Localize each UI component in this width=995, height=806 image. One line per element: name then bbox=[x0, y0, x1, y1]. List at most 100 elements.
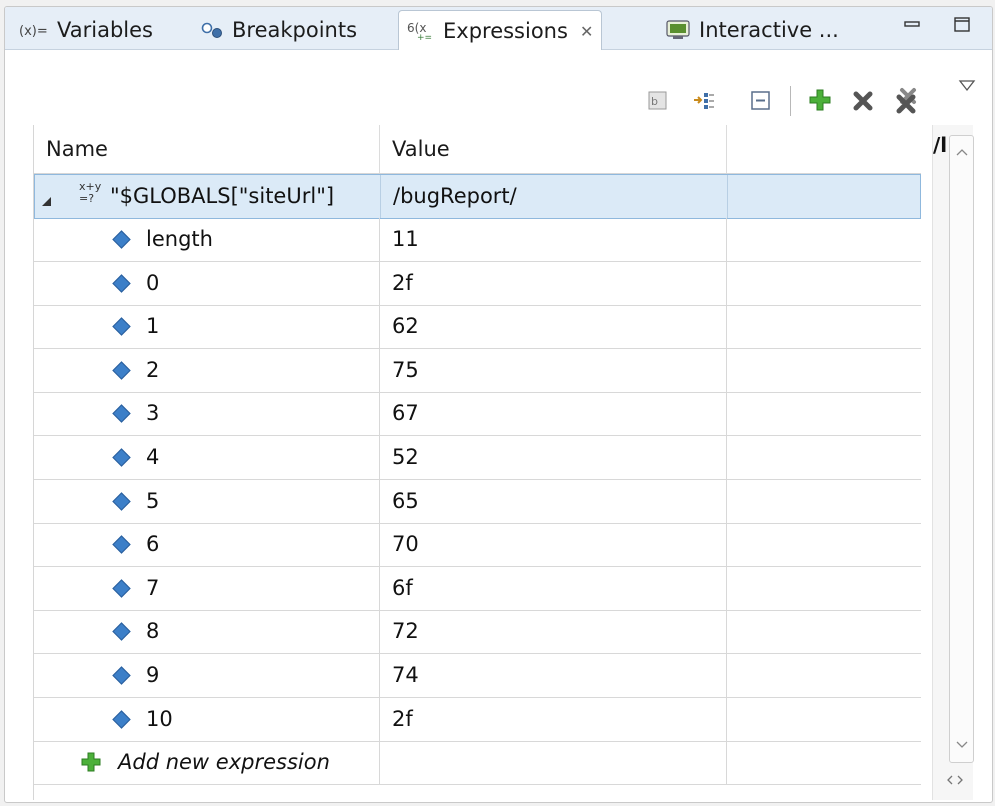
child-value: 74 bbox=[392, 663, 419, 687]
column-divider bbox=[726, 261, 727, 305]
column-divider bbox=[726, 348, 727, 392]
column-divider bbox=[379, 741, 380, 784]
column-divider bbox=[379, 610, 380, 654]
column-divider bbox=[726, 610, 727, 654]
child-value: 52 bbox=[392, 445, 419, 469]
child-value: 2f bbox=[392, 706, 413, 731]
svg-text:+=: += bbox=[417, 33, 432, 42]
table-row[interactable]: 2 75 bbox=[34, 348, 921, 393]
table-row[interactable]: 5 65 bbox=[34, 479, 921, 524]
table-row[interactable]: 10 2f bbox=[34, 697, 921, 742]
remove-all-expressions-icon[interactable] bbox=[894, 87, 920, 114]
child-value: 75 bbox=[392, 357, 419, 382]
tab-label: Interactive ... bbox=[699, 18, 839, 42]
expressions-icon: 6(x += bbox=[407, 20, 437, 42]
collapse-expand-icon[interactable] bbox=[691, 87, 717, 113]
interactive-console-icon bbox=[665, 19, 693, 41]
column-header-value[interactable]: Value bbox=[392, 137, 450, 161]
child-name: 2 bbox=[146, 357, 160, 382]
svg-text:(x)=: (x)= bbox=[19, 24, 48, 39]
column-divider bbox=[379, 436, 380, 479]
column-divider bbox=[726, 523, 727, 567]
view-tab-bar: (x)= Variables Breakpoints 6(x += Express… bbox=[5, 7, 992, 51]
child-name: 0 bbox=[146, 270, 160, 295]
child-value: 62 bbox=[392, 314, 419, 339]
horizontal-scroll-icon[interactable] bbox=[947, 771, 963, 790]
column-divider bbox=[380, 175, 381, 218]
tab-label: Variables bbox=[57, 18, 153, 42]
child-value: 65 bbox=[392, 488, 419, 513]
variable-diamond-icon bbox=[112, 230, 131, 249]
maximize-icon[interactable] bbox=[953, 15, 973, 40]
child-value: 67 bbox=[392, 401, 419, 426]
minimize-icon[interactable] bbox=[903, 15, 923, 38]
table-row[interactable]: 0 2f bbox=[34, 261, 921, 306]
collapse-all-icon[interactable] bbox=[748, 87, 774, 113]
column-divider bbox=[726, 479, 727, 523]
variable-diamond-icon bbox=[112, 709, 131, 729]
column-divider bbox=[726, 654, 727, 697]
toolbar-separator bbox=[790, 86, 791, 116]
column-divider bbox=[726, 305, 727, 349]
expressions-tree-table: Name Value x+y =? "$GLOBALS["siteUrl"] /b… bbox=[33, 125, 921, 800]
tab-expressions[interactable]: 6(x += Expressions ✕ bbox=[398, 10, 603, 51]
scroll-down-icon[interactable] bbox=[956, 735, 968, 754]
child-name: 10 bbox=[146, 706, 173, 731]
tab-interactive-console[interactable]: Interactive ... bbox=[665, 11, 839, 49]
column-divider bbox=[379, 305, 380, 349]
table-row[interactable]: 4 52 bbox=[34, 436, 921, 480]
table-row[interactable]: 8 72 bbox=[34, 610, 921, 655]
table-row[interactable]: 9 74 bbox=[34, 654, 921, 698]
variable-diamond-icon bbox=[112, 622, 131, 642]
tab-label: Expressions bbox=[443, 19, 568, 43]
column-divider bbox=[379, 566, 380, 610]
table-row[interactable]: 7 6f bbox=[34, 566, 921, 611]
column-divider bbox=[726, 392, 727, 436]
table-row[interactable]: 3 67 bbox=[34, 392, 921, 437]
svg-text:b: b bbox=[651, 95, 658, 108]
column-divider bbox=[727, 175, 728, 218]
tab-label: Breakpoints bbox=[232, 18, 358, 42]
variable-diamond-icon bbox=[112, 535, 131, 554]
column-divider[interactable] bbox=[726, 125, 727, 173]
variable-diamond-icon bbox=[112, 491, 131, 511]
table-row[interactable]: 1 62 bbox=[34, 305, 921, 350]
close-tab-icon[interactable]: ✕ bbox=[580, 22, 593, 41]
table-row-root[interactable]: x+y =? "$GLOBALS["siteUrl"] /bugReport/ bbox=[34, 174, 921, 219]
tab-variables[interactable]: (x)= Variables bbox=[19, 11, 153, 49]
child-value: 72 bbox=[392, 619, 419, 644]
expression-value: /bugReport/ bbox=[393, 184, 517, 208]
column-header-name[interactable]: Name bbox=[46, 137, 108, 161]
vertical-scrollbar[interactable] bbox=[949, 135, 974, 763]
detail-pane[interactable]: /l bbox=[932, 125, 974, 800]
breakpoints-icon bbox=[200, 21, 226, 39]
show-type-names-icon[interactable]: b bbox=[646, 87, 672, 113]
table-row[interactable]: length 11 bbox=[34, 218, 921, 262]
child-name: 5 bbox=[146, 488, 160, 513]
child-name: 4 bbox=[146, 445, 160, 469]
variable-diamond-icon bbox=[112, 273, 131, 293]
add-watch-expression-icon[interactable] bbox=[807, 87, 833, 113]
variable-diamond-icon bbox=[112, 579, 131, 598]
column-divider[interactable] bbox=[379, 125, 380, 173]
watch-expression-icon: x+y =? bbox=[79, 179, 107, 212]
table-row[interactable]: 6 70 bbox=[34, 523, 921, 568]
child-name: 7 bbox=[146, 575, 160, 600]
column-divider bbox=[379, 654, 380, 697]
add-new-expression-row[interactable]: Add new expression bbox=[34, 741, 921, 785]
column-divider bbox=[726, 566, 727, 610]
collapse-arrow-icon[interactable] bbox=[41, 189, 53, 213]
tab-breakpoints[interactable]: Breakpoints bbox=[200, 11, 357, 49]
view-menu-icon[interactable] bbox=[958, 78, 978, 97]
svg-text:=?: =? bbox=[79, 192, 94, 205]
child-name: 3 bbox=[146, 401, 160, 426]
column-divider bbox=[726, 741, 727, 784]
scroll-up-icon[interactable] bbox=[956, 142, 968, 161]
column-divider bbox=[379, 261, 380, 305]
variable-diamond-icon bbox=[112, 448, 131, 467]
variable-diamond-icon bbox=[112, 666, 131, 685]
child-name: length bbox=[146, 227, 213, 251]
child-name: 9 bbox=[146, 663, 160, 687]
remove-expression-icon[interactable] bbox=[851, 87, 877, 113]
column-divider bbox=[726, 436, 727, 479]
